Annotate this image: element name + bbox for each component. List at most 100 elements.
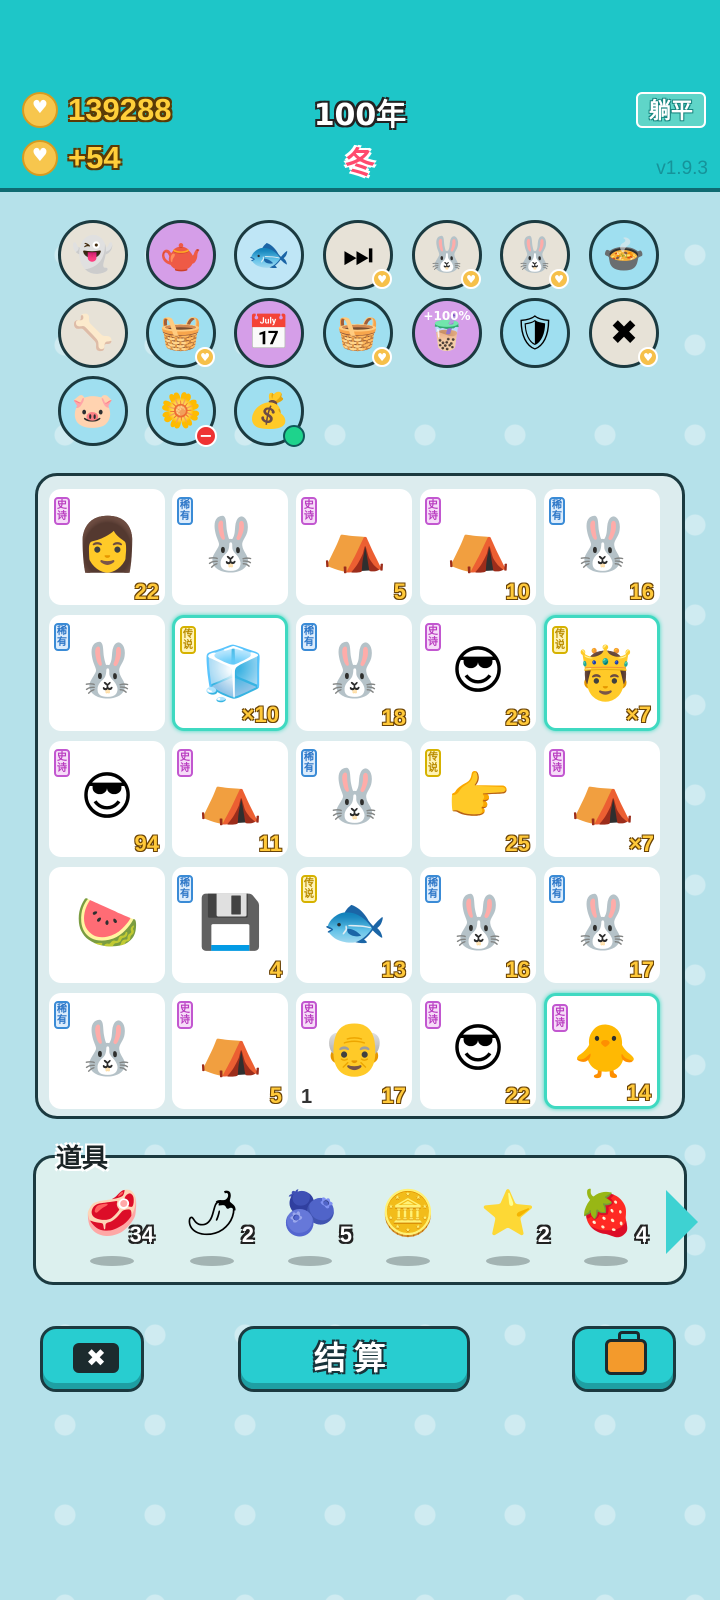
slot-card-bunny[interactable]: 稀有 🐰 16 [420, 867, 536, 983]
item-shadow [584, 1256, 628, 1266]
slot-card-green-hat-man[interactable]: 史诗 😎 94 [49, 741, 165, 857]
slot-card-koi-fish[interactable]: 传说 🐟 13 [296, 867, 412, 983]
coin-icon [22, 140, 58, 176]
rarity-tag: 稀有 [425, 875, 441, 903]
slot-card-green-hat-man[interactable]: 史诗 😎 22 [420, 993, 536, 1109]
rarity-tag: 传说 [552, 626, 568, 654]
slot-card-grandpa[interactable]: 史诗 👴 17 1 [296, 993, 412, 1109]
slot-card-bunny[interactable]: 稀有 🐰 [172, 489, 288, 605]
bunny-icon: 🐰 [425, 235, 469, 275]
remove-button[interactable]: ✖ [40, 1326, 144, 1392]
buff-slot[interactable]: 🐰 ♥ [500, 220, 570, 290]
slot-card-bunny[interactable]: 稀有 🐰 [49, 993, 165, 1109]
tool-item[interactable]: 🪙 [372, 1186, 442, 1266]
slot-card-bunny-tent[interactable]: 史诗 ⛺ ×7 [544, 741, 660, 857]
star-icon: ⭐ [480, 1188, 536, 1239]
inventory-button[interactable] [572, 1326, 676, 1392]
bunny-icon: 🐰 [198, 515, 263, 575]
buff-slot[interactable]: 🫖 [146, 220, 216, 290]
lie-flat-button[interactable]: 躺平 [636, 92, 706, 128]
slot-count: 94 [134, 831, 159, 856]
rarity-tag: 史诗 [301, 1001, 317, 1029]
buff-slot[interactable]: 📅 [234, 298, 304, 368]
slot-card-bunny[interactable]: 稀有 🐰 [296, 741, 412, 857]
buff-slot[interactable]: 🐟 [234, 220, 304, 290]
buff-slot[interactable]: ✖ ♥ [589, 298, 659, 368]
rocker-chick-icon: 🐥 [573, 1022, 638, 1082]
active-dot-icon [283, 425, 305, 447]
slot-count: 23 [505, 705, 530, 730]
item-shadow [288, 1256, 332, 1266]
rarity-tag: 稀有 [54, 1001, 70, 1029]
bunny-icon: 🐰 [570, 515, 635, 575]
slot-count: 18 [381, 705, 406, 730]
slot-card-watermelon[interactable]: 🍉 [49, 867, 165, 983]
buff-slot[interactable]: 🧺 ♥ [146, 298, 216, 368]
buff-slot[interactable]: 🐰 ♥ [412, 220, 482, 290]
slot-card-bunny[interactable]: 稀有 🐰 17 [544, 867, 660, 983]
buff-slot[interactable]: 🦴 [58, 298, 128, 368]
buff-bonus-label: +100% [423, 309, 471, 323]
duck-pot-icon: 🍲 [602, 235, 646, 275]
slot-card-bunny[interactable]: 稀有 🐰 [49, 615, 165, 731]
tool-count: 5 [339, 1222, 352, 1247]
settle-label: 结算 [313, 1339, 394, 1377]
slot-card-bunny-tent[interactable]: 史诗 ⛺ 11 [172, 741, 288, 857]
rarity-tag: 史诗 [425, 1001, 441, 1029]
scroll-right-arrow-icon[interactable] [666, 1190, 698, 1254]
slot-card-girl-portrait[interactable]: 史诗 👩 22 [49, 489, 165, 605]
slot-card-bunny-tent[interactable]: 史诗 ⛺ 10 [420, 489, 536, 605]
slot-card-cpu-chip[interactable]: 稀有 💾 4 [172, 867, 288, 983]
heart-badge-icon: ♥ [372, 347, 392, 367]
sack-icon: 💰 [247, 391, 291, 431]
watermelon-icon: 🍉 [75, 893, 140, 953]
tool-item[interactable]: 🍓 4 [570, 1186, 648, 1266]
rarity-tag: 史诗 [552, 1004, 568, 1032]
slot-card-king-egg[interactable]: 传说 🤴 ×7 [544, 615, 660, 731]
tool-item[interactable]: 🌶 2 [176, 1186, 254, 1266]
slot-card-bunny-tent[interactable]: 史诗 ⛺ 5 [172, 993, 288, 1109]
heart-badge-icon: ♥ [549, 269, 569, 289]
flower-pot-icon: 🌼 [159, 391, 203, 431]
slot-card-bunny[interactable]: 稀有 🐰 18 [296, 615, 412, 731]
slot-board: 史诗 👩 22 稀有 🐰 史诗 ⛺ 5 史诗 ⛺ 10 稀有 🐰 16 稀有 🐰 传说 🧊 ×10 稀有 🐰 18 史诗 😎 2… [35, 473, 685, 1119]
calendar-icon: 📅 [247, 313, 291, 353]
chili-pepper-icon: 🌶 [184, 1188, 240, 1239]
slot-count: ×10 [241, 702, 279, 727]
tool-count: 2 [241, 1222, 254, 1247]
slot-count: 22 [505, 1083, 530, 1108]
bunny-icon: 🐰 [570, 893, 635, 953]
item-shadow [486, 1256, 530, 1266]
tool-count: 4 [635, 1222, 648, 1247]
tool-item[interactable]: ⭐ 2 [472, 1186, 550, 1266]
buff-slot[interactable]: 👻 [58, 220, 128, 290]
slot-count: 14 [626, 1080, 651, 1105]
buff-slot[interactable]: 🐷 [58, 376, 128, 446]
bunny-icon: 🐰 [446, 893, 511, 953]
tool-count: 34 [129, 1222, 154, 1247]
buff-slot[interactable]: 🧺 ♥ [323, 298, 393, 368]
coin-total: 139288 [68, 92, 172, 127]
tool-item[interactable]: 🫐 5 [274, 1186, 352, 1266]
buff-slot[interactable]: 🛡 [500, 298, 570, 368]
slot-card-bunny-tent[interactable]: 史诗 ⛺ 5 [296, 489, 412, 605]
rarity-tag: 史诗 [54, 749, 70, 777]
buff-slot[interactable]: 🧋 +100% [412, 298, 482, 368]
slot-card-bunny[interactable]: 稀有 🐰 16 [544, 489, 660, 605]
season-label: 冬 [345, 146, 375, 181]
slot-card-fridge[interactable]: 传说 🧊 ×10 [172, 615, 288, 731]
tool-item[interactable]: 🥩 34 [76, 1186, 154, 1266]
buff-slot[interactable]: 🌼 − [146, 376, 217, 447]
buff-slot[interactable]: 🍲 [589, 220, 659, 290]
fishbowl-icon: 🐟 [247, 235, 291, 275]
rarity-tag: 传说 [180, 626, 196, 654]
slot-card-rocker-chick[interactable]: 史诗 🐥 14 [544, 993, 660, 1109]
settle-button[interactable]: 结算 [238, 1326, 470, 1392]
buff-slot[interactable]: 💰 [234, 376, 305, 447]
heart-badge-icon: ♥ [461, 269, 481, 289]
slot-card-pointing-hand[interactable]: 传说 👉 25 [420, 741, 536, 857]
rarity-tag: 史诗 [54, 497, 70, 525]
rarity-tag: 史诗 [425, 497, 441, 525]
slot-card-green-hat-man[interactable]: 史诗 😎 23 [420, 615, 536, 731]
buff-slot[interactable]: ⏭ ♥ [323, 220, 393, 290]
